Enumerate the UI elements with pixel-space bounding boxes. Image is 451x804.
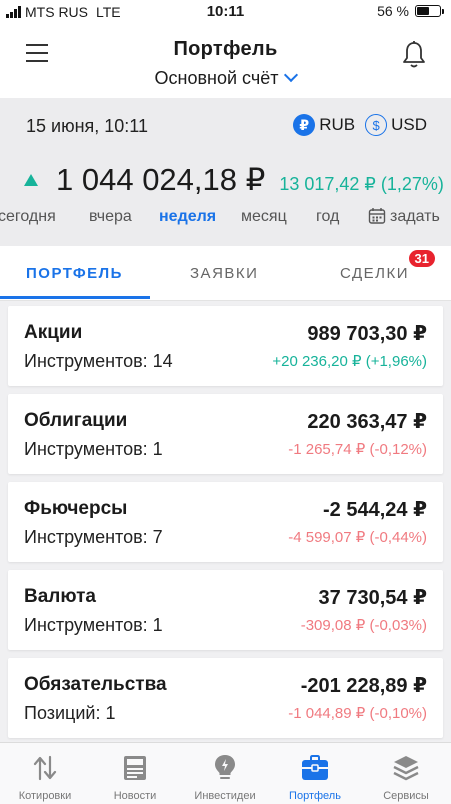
card-subtitle: Инструментов: 7 (24, 527, 163, 547)
summary-date: 15 июня, 10:11 (26, 116, 148, 136)
period-custom-label: задать (390, 208, 440, 226)
card-subtitle: Инструментов: 1 (24, 615, 163, 635)
card-change: -309,08 ₽ (-0,03%) (300, 617, 427, 634)
deals-count-badge: 31 (408, 250, 435, 267)
ruble-icon: ₽ (293, 114, 316, 136)
account-selector[interactable]: Основной счёт (0, 67, 451, 89)
bell-icon[interactable] (401, 40, 427, 70)
card-change: -1 044,89 ₽ (-0,10%) (288, 705, 427, 722)
asset-card-stocks[interactable]: Акции Инструментов: 14 989 703,30 ₽ +20 … (8, 306, 443, 386)
lightbulb-icon (215, 755, 235, 779)
period-selector: сегодня вчера неделя месяц год задать (0, 206, 451, 232)
total-row: 1 044 024,18 ₽ 13 017,42 ₽ (1,27%) (24, 162, 444, 198)
asset-card-currency[interactable]: Валюта Инструментов: 1 37 730,54 ₽ -309,… (8, 570, 443, 650)
nav-quotes[interactable]: Котировки (0, 743, 90, 804)
card-subtitle: Позиций: 1 (24, 703, 116, 723)
period-month[interactable]: месяц (241, 208, 287, 226)
currency-rub-button[interactable]: ₽ RUB (293, 114, 355, 136)
trend-up-icon (24, 174, 38, 186)
calendar-icon (368, 208, 386, 224)
nav-ideas[interactable]: Инвестидеи (180, 743, 270, 804)
nav-news[interactable]: Новости (90, 743, 180, 804)
tab-orders[interactable]: ЗАЯВКИ (190, 265, 258, 282)
card-change: +20 236,20 ₽ (+1,96%) (272, 353, 427, 370)
bottom-navigation: Котировки Новости Инвестидеи Портфель Се… (0, 742, 451, 804)
nav-label: Новости (113, 790, 157, 802)
currency-switch: ₽ RUB $ USD (293, 114, 427, 136)
card-title: Облигации (24, 410, 128, 431)
card-subtitle: Инструментов: 14 (24, 351, 173, 371)
card-value: -201 228,89 ₽ (300, 675, 427, 697)
asset-card-futures[interactable]: Фьючерсы Инструментов: 7 -2 544,24 ₽ -4 … (8, 482, 443, 562)
period-year[interactable]: год (316, 208, 339, 226)
battery-info: 56 % (377, 3, 444, 19)
currency-usd-button[interactable]: $ USD (365, 114, 427, 136)
layers-icon (393, 756, 419, 781)
portfolio-tabs: ПОРТФЕЛЬ ЗАЯВКИ СДЕЛКИ 31 (0, 246, 451, 301)
nav-portfolio[interactable]: Портфель (270, 743, 360, 804)
portfolio-change: 13 017,42 ₽ (1,27%) (279, 174, 444, 194)
card-title: Обязательства (24, 674, 167, 695)
period-yesterday[interactable]: вчера (89, 208, 132, 226)
battery-percent: 56 % (377, 3, 409, 19)
account-name: Основной счёт (154, 68, 279, 88)
period-custom[interactable]: задать (368, 208, 440, 226)
period-week[interactable]: неделя (159, 208, 216, 226)
card-change: -1 265,74 ₽ (-0,12%) (288, 441, 427, 458)
card-change: -4 599,07 ₽ (-0,44%) (288, 529, 427, 546)
card-value: 37 730,54 ₽ (318, 587, 427, 609)
nav-services[interactable]: Сервисы (361, 743, 451, 804)
active-tab-indicator (0, 296, 150, 299)
card-title: Фьючерсы (24, 498, 128, 519)
card-title: Акции (24, 322, 83, 343)
chevron-down-icon (284, 67, 299, 83)
currency-rub-label: RUB (319, 115, 356, 134)
card-subtitle: Инструментов: 1 (24, 439, 163, 459)
asset-class-list: Акции Инструментов: 14 989 703,30 ₽ +20 … (8, 306, 443, 746)
page-title: Портфель (173, 38, 278, 60)
nav-label: Портфель (289, 790, 341, 802)
currency-usd-label: USD (391, 115, 427, 134)
portfolio-total: 1 044 024,18 ₽ (56, 162, 266, 197)
nav-label: Котировки (18, 790, 72, 802)
card-title: Валюта (24, 586, 96, 607)
battery-icon (415, 5, 444, 17)
app-header: Портфель Основной счёт (0, 24, 451, 98)
asset-card-bonds[interactable]: Облигации Инструментов: 1 220 363,47 ₽ -… (8, 394, 443, 474)
tab-deals[interactable]: СДЕЛКИ (340, 265, 409, 282)
nav-label: Сервисы (383, 790, 429, 802)
portfolio-summary: 15 июня, 10:11 ₽ RUB $ USD 1 044 024,18 … (0, 98, 451, 246)
card-value: 989 703,30 ₽ (307, 323, 427, 345)
period-today[interactable]: сегодня (0, 208, 56, 226)
nav-label: Инвестидеи (194, 790, 256, 802)
card-value: -2 544,24 ₽ (323, 499, 427, 521)
tab-portfolio[interactable]: ПОРТФЕЛЬ (26, 265, 123, 282)
arrows-up-down-icon (33, 755, 57, 781)
dollar-icon: $ (365, 114, 388, 136)
newspaper-icon (124, 756, 146, 780)
asset-card-liabilities[interactable]: Обязательства Позиций: 1 -201 228,89 ₽ -… (8, 658, 443, 738)
status-bar: MTS RUS LTE 10:11 56 % (0, 0, 451, 24)
card-value: 220 363,47 ₽ (307, 411, 427, 433)
briefcase-icon (302, 755, 328, 780)
